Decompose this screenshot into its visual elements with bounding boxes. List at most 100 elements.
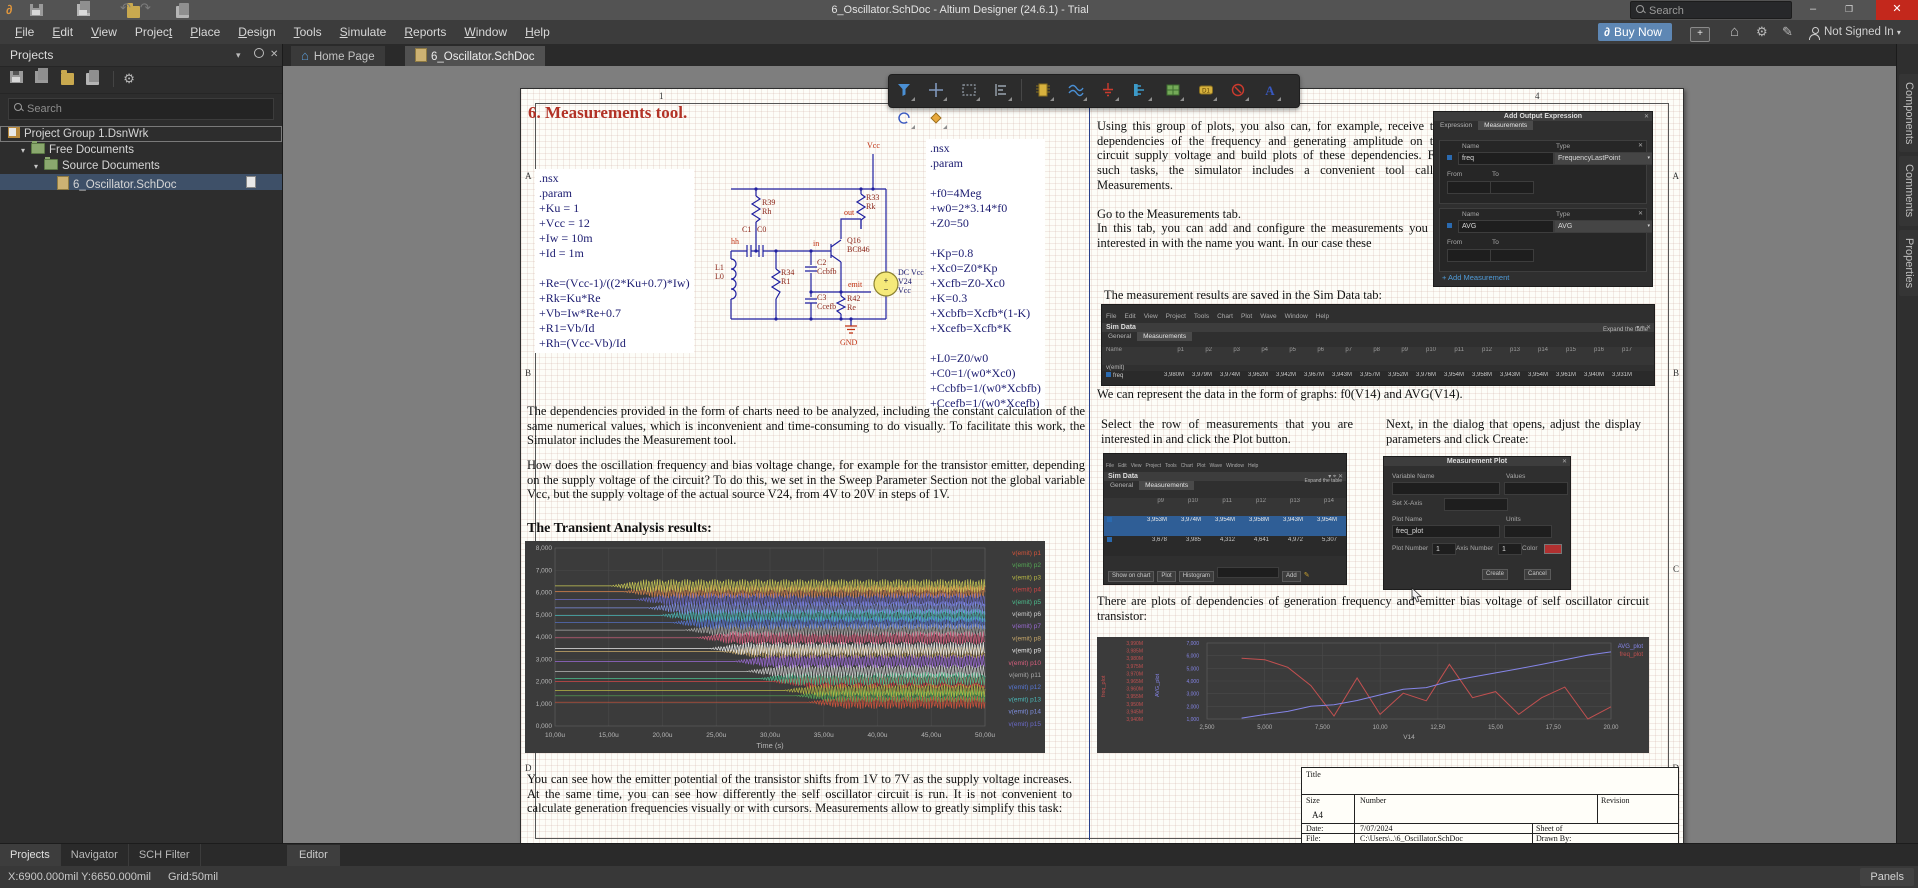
tab-general[interactable]: General (1102, 332, 1137, 341)
tab-components[interactable]: Components (1899, 74, 1918, 152)
align-tool-icon[interactable] (988, 77, 1014, 103)
place-arc-icon[interactable] (891, 105, 917, 131)
place-sheet-symbol-icon[interactable] (1160, 77, 1186, 103)
redline-pen-icon[interactable]: ✎ (1782, 21, 1793, 43)
menu-help[interactable]: Help (1312, 312, 1333, 321)
menu-project[interactable]: Project (1143, 462, 1163, 470)
place-no-erc-icon[interactable] (1225, 77, 1251, 103)
avg-type-select[interactable]: AVG ▾ (1554, 220, 1653, 233)
save-all-icon[interactable] (77, 4, 90, 16)
menu-window[interactable]: Window (1281, 312, 1312, 321)
sign-in-status[interactable]: Not Signed In ▾ (1824, 20, 1901, 45)
edit-pencil-icon[interactable]: ✎ (1304, 572, 1310, 579)
panel-tab-projects[interactable]: Projects (0, 844, 61, 866)
dialog-close-icon[interactable]: ✕ (1644, 113, 1649, 120)
tab-measurements[interactable]: Measurements (1478, 121, 1533, 130)
tab-measurements[interactable]: Measurements (1139, 481, 1194, 490)
menu-design[interactable]: Design (229, 20, 284, 44)
menu-tools[interactable]: Tools (1190, 312, 1213, 321)
user-account-icon[interactable] (1808, 27, 1820, 39)
tree-item-source-documents[interactable]: ▾Source Documents (0, 158, 282, 174)
save-icon[interactable] (30, 4, 43, 16)
selection-tool-icon[interactable] (956, 77, 982, 103)
row-checkbox[interactable] (1107, 517, 1112, 522)
menu-window[interactable]: Window (1224, 462, 1246, 470)
oscillator-schematic[interactable]: + − VccR39RhR33RkoutC1C0hhinQ16BC846C2Cc… (701, 134, 931, 352)
menu-file[interactable]: File (1104, 462, 1116, 470)
group-close-icon[interactable]: ✕ (1638, 210, 1643, 217)
tab-home-page[interactable]: ⌂Home Page (291, 46, 385, 66)
menu-help[interactable]: Help (516, 20, 559, 44)
menu-project[interactable]: Project (126, 20, 181, 44)
button-histogram[interactable]: Histogram (1179, 571, 1214, 582)
measurement-row-freq[interactable]: freq3,980M3,979M3,974M3,962M3,942M3,967M… (1102, 371, 1654, 386)
tab-expression[interactable]: Expression (1434, 121, 1478, 130)
project-copy-icon[interactable] (35, 71, 48, 83)
avg-to-input[interactable] (1490, 249, 1534, 262)
menu-wave[interactable]: Wave (1208, 462, 1225, 470)
axis-number-select[interactable]: 1 (1498, 543, 1522, 555)
tab-oscillator-schdoc[interactable]: 6_Oscillator.SchDoc (405, 46, 545, 66)
project-save-icon[interactable] (10, 71, 23, 83)
undo-icon[interactable]: ↶ (120, 0, 131, 16)
avg-checkbox[interactable] (1447, 223, 1452, 228)
panels-button[interactable]: Panels (1860, 868, 1914, 886)
close-button[interactable]: ✕ (1876, 0, 1918, 20)
menu-wave[interactable]: Wave (1256, 312, 1280, 321)
plot-number-select[interactable]: 1 (1432, 543, 1456, 555)
tree-expand-icon[interactable]: ▾ (34, 159, 44, 175)
variable-name-input[interactable] (1392, 482, 1500, 495)
feedback-icon[interactable]: + (1690, 27, 1710, 42)
menu-help[interactable]: Help (1246, 462, 1260, 470)
menu-tools[interactable]: Tools (1163, 462, 1179, 470)
tab-general[interactable]: General (1104, 481, 1139, 490)
menu-chart[interactable]: Chart (1179, 462, 1195, 470)
menu-view[interactable]: View (1140, 312, 1162, 321)
dialog-close-icon[interactable]: ✕ (1562, 458, 1567, 465)
place-directive-icon[interactable]: D1 (1193, 77, 1219, 103)
menu-edit[interactable]: Edit (1120, 312, 1139, 321)
row-checkbox[interactable] (1107, 537, 1112, 542)
editor-mode-button[interactable]: Editor (287, 845, 340, 866)
minimize-button[interactable]: – (1798, 0, 1828, 18)
set-x-axis-input[interactable] (1444, 498, 1508, 511)
menu-window[interactable]: Window (455, 20, 516, 44)
panel-tab-sch-filter[interactable]: SCH Filter (129, 844, 201, 866)
button-show-on-chart[interactable]: Show on chart (1108, 571, 1154, 582)
menu-view[interactable]: View (1129, 462, 1144, 470)
place-text-icon[interactable]: A (1257, 77, 1283, 103)
projects-search-input[interactable]: Search (8, 98, 274, 120)
tree-item-6-oscillator-schdoc[interactable]: 6_Oscillator.SchDoc (0, 174, 282, 190)
project-open-icon[interactable] (61, 73, 74, 85)
schematic-sheet[interactable]: 1 4 A B C D A B C D 6. Measurements tool… (520, 88, 1684, 843)
panel-tab-navigator[interactable]: Navigator (61, 844, 129, 866)
freq-name-input[interactable]: freq (1458, 152, 1554, 165)
freq-from-input[interactable] (1447, 181, 1491, 194)
group-close-icon[interactable]: ✕ (1638, 142, 1643, 149)
create-button[interactable]: Create (1482, 569, 1508, 580)
menu-reports[interactable]: Reports (395, 20, 455, 44)
tree-item-free-documents[interactable]: ▾Free Documents (0, 142, 282, 158)
project-recent-icon[interactable] (86, 73, 99, 85)
menu-file[interactable]: File (1102, 312, 1120, 321)
menu-edit[interactable]: Edit (43, 20, 82, 44)
avg-name-input[interactable]: AVG (1458, 220, 1554, 233)
expand-table-link[interactable]: Expand the table (1304, 478, 1342, 484)
transient-analysis-chart[interactable]: 10,00u15,00u20,00u25,00u30,00u35,00u40,0… (525, 541, 1045, 753)
freq-row-selected[interactable]: 3,953M3,974M3,954M3,958M3,943M3,954M (1104, 516, 1346, 536)
menu-plot[interactable]: Plot (1195, 462, 1208, 470)
filter-tool-icon[interactable] (891, 77, 917, 103)
project-settings-gear-icon[interactable]: ⚙ (123, 71, 135, 86)
button-plot[interactable]: Plot (1157, 571, 1175, 582)
menu-plot[interactable]: Plot (1237, 312, 1256, 321)
row-checkbox[interactable] (1106, 372, 1111, 377)
move-tool-icon[interactable] (923, 77, 949, 103)
menu-file[interactable]: File (6, 20, 43, 44)
add-measurement-link[interactable]: + Add Measurement (1442, 273, 1509, 282)
settings-gear-icon[interactable]: ⚙ (1756, 21, 1768, 43)
color-swatch[interactable] (1544, 544, 1562, 554)
freq-type-select[interactable]: FrequencyLastPoint ▾ (1554, 152, 1653, 165)
dependency-chart[interactable]: 2,5005,0007,50010,0012,5015,0017,5020,00… (1097, 637, 1649, 753)
tab-properties[interactable]: Properties (1899, 230, 1918, 296)
freq-to-input[interactable] (1490, 181, 1534, 194)
